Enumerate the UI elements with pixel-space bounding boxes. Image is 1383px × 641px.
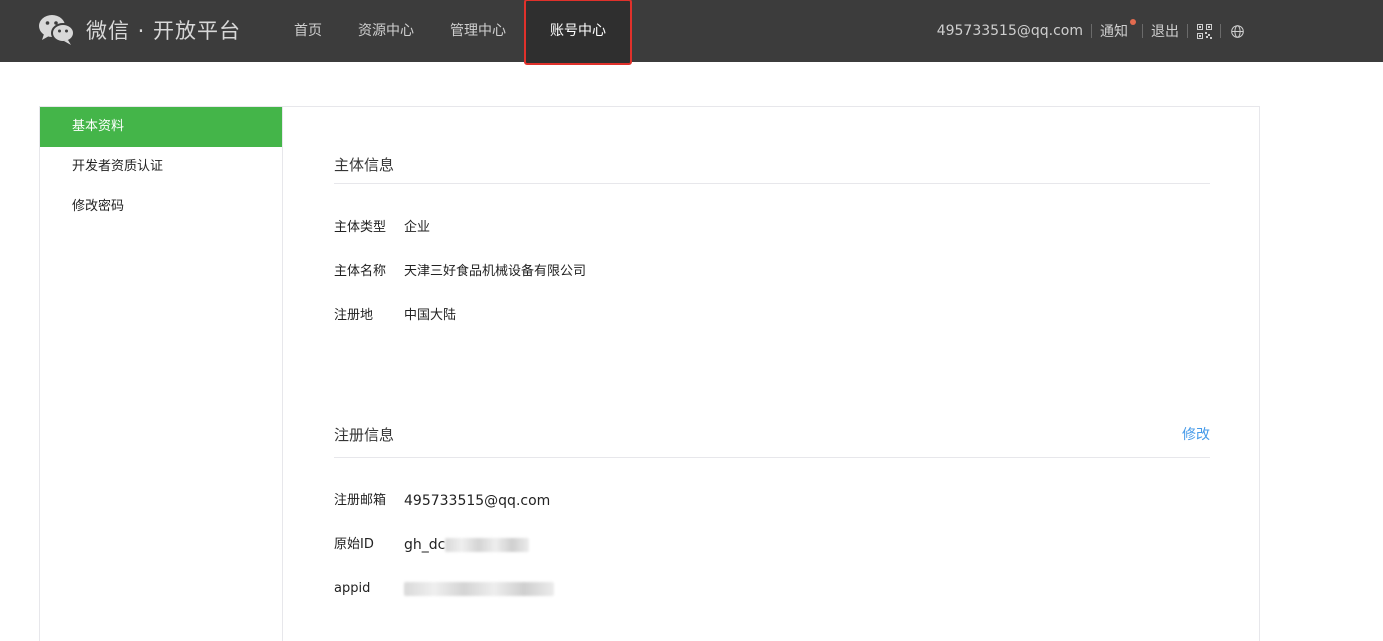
redacted-appid-mask bbox=[404, 581, 554, 596]
subject-name-value: 天津三好食品机械设备有限公司 bbox=[404, 264, 587, 279]
notice-unread-dot bbox=[1130, 19, 1136, 25]
subject-info-section-title: 主体信息 bbox=[334, 107, 1210, 184]
register-info-section-title: 注册信息 修改 bbox=[334, 338, 1210, 458]
subject-type-label: 主体类型 bbox=[334, 220, 387, 235]
top-navigation-bar: 微信 · 开放平台 首页 资源中心 管理中心 账号中心 495733515@qq… bbox=[0, 0, 1383, 65]
appid-value bbox=[404, 567, 554, 611]
register-email-value: 495733515@qq.com bbox=[404, 493, 551, 509]
sidebar-item-developer-certification[interactable]: 开发者资质认证 bbox=[40, 147, 282, 187]
original-id-prefix: gh_dc bbox=[404, 537, 446, 553]
notice-link[interactable]: 通知 bbox=[1100, 19, 1136, 41]
redacted-id-mask bbox=[445, 538, 530, 552]
main-nav: 首页 资源中心 管理中心 账号中心 bbox=[276, 0, 632, 65]
globe-icon[interactable] bbox=[1229, 23, 1245, 39]
content-panel: 基本资料 开发者资质认证 修改密码 主体信息 主体类型 企业 主体名称 天津三好… bbox=[39, 106, 1260, 641]
sidebar: 基本资料 开发者资质认证 修改密码 bbox=[40, 107, 283, 641]
divider bbox=[1187, 24, 1188, 38]
register-info-title: 注册信息 bbox=[334, 426, 395, 444]
header-user-area: 495733515@qq.com 通知 退出 bbox=[937, 0, 1245, 62]
nav-resource-center[interactable]: 资源中心 bbox=[340, 0, 432, 62]
nav-management-center[interactable]: 管理中心 bbox=[432, 0, 524, 62]
region-value: 中国大陆 bbox=[404, 308, 457, 323]
account-email[interactable]: 495733515@qq.com bbox=[937, 23, 1083, 39]
original-id-value: gh_dc bbox=[404, 523, 530, 567]
nav-home[interactable]: 首页 bbox=[276, 0, 340, 62]
subject-type-row: 主体类型 企业 bbox=[334, 206, 1210, 250]
register-email-row: 注册邮箱 495733515@qq.com bbox=[334, 479, 1210, 523]
register-email-label: 注册邮箱 bbox=[334, 493, 387, 508]
edit-register-info-link[interactable]: 修改 bbox=[1182, 338, 1210, 532]
region-label: 注册地 bbox=[334, 308, 374, 323]
region-row: 注册地 中国大陆 bbox=[334, 294, 1210, 338]
appid-label: appid bbox=[334, 581, 371, 596]
appid-row: appid bbox=[334, 567, 1210, 611]
divider bbox=[1220, 24, 1221, 38]
logo-text: 微信 · 开放平台 bbox=[86, 19, 242, 43]
notice-label: 通知 bbox=[1100, 24, 1128, 40]
subject-info-title: 主体信息 bbox=[334, 156, 395, 174]
subject-name-label: 主体名称 bbox=[334, 264, 387, 279]
subject-type-value: 企业 bbox=[404, 220, 431, 235]
nav-account-center[interactable]: 账号中心 bbox=[524, 0, 632, 65]
qrcode-icon[interactable] bbox=[1196, 23, 1212, 39]
wechat-logo-icon bbox=[38, 13, 76, 47]
main-content: 主体信息 主体类型 企业 主体名称 天津三好食品机械设备有限公司 注册地 中国大… bbox=[334, 107, 1210, 611]
sidebar-item-change-password[interactable]: 修改密码 bbox=[40, 187, 282, 227]
logout-link[interactable]: 退出 bbox=[1151, 21, 1179, 41]
divider bbox=[1091, 24, 1092, 38]
divider bbox=[1142, 24, 1143, 38]
original-id-label: 原始ID bbox=[334, 537, 374, 552]
logo[interactable]: 微信 · 开放平台 bbox=[38, 12, 241, 48]
sidebar-item-basic-info[interactable]: 基本资料 bbox=[40, 107, 282, 147]
original-id-row: 原始ID gh_dc bbox=[334, 523, 1210, 567]
subject-name-row: 主体名称 天津三好食品机械设备有限公司 bbox=[334, 250, 1210, 294]
